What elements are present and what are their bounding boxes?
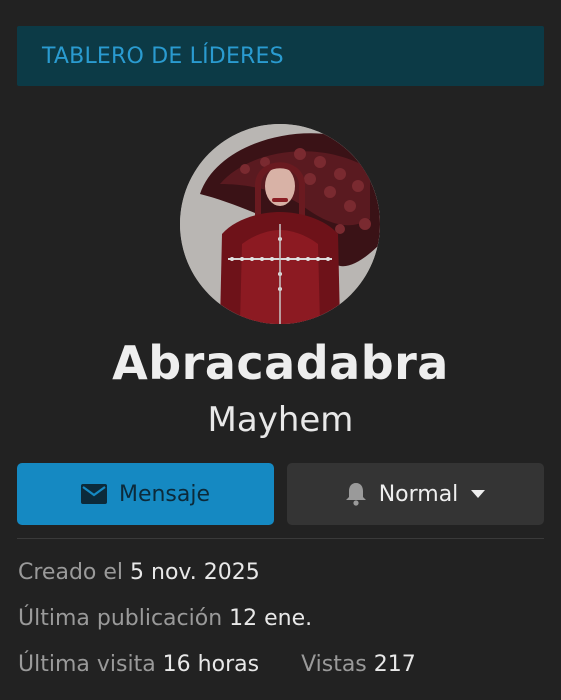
created-value: 5 nov. 2025 xyxy=(130,560,260,585)
avatar[interactable] xyxy=(180,124,380,324)
message-button[interactable]: Mensaje xyxy=(17,463,274,525)
stat-created: Creado el 5 nov. 2025 xyxy=(18,560,260,585)
profile-username: Abracadabra xyxy=(112,336,449,390)
avatar-image xyxy=(180,124,380,324)
message-button-label: Mensaje xyxy=(118,481,211,507)
caret-down-icon xyxy=(470,489,486,499)
views-value: 217 xyxy=(373,652,416,677)
created-label: Creado el xyxy=(18,560,124,585)
bell-icon xyxy=(345,482,367,506)
views-label: Vistas xyxy=(301,652,367,677)
banner-title: TABLERO DE LÍDERES xyxy=(42,43,284,69)
stat-last-visit-views: Última visita 16 horas Vistas 217 xyxy=(18,652,416,677)
stat-last-post: Última publicación 12 ene. xyxy=(18,606,312,631)
last-post-label: Última publicación xyxy=(18,606,223,631)
last-visit-value: 16 horas xyxy=(162,652,260,677)
last-post-value[interactable]: 12 ene. xyxy=(229,606,312,631)
envelope-icon xyxy=(80,484,107,504)
notification-level-label: Normal xyxy=(378,481,459,507)
leaderboard-banner[interactable]: TABLERO DE LÍDERES xyxy=(17,26,544,86)
last-visit-label: Última visita xyxy=(18,652,156,677)
divider xyxy=(17,538,544,539)
notification-level-dropdown[interactable]: Normal xyxy=(287,463,544,525)
profile-subtitle: Mayhem xyxy=(207,400,354,440)
